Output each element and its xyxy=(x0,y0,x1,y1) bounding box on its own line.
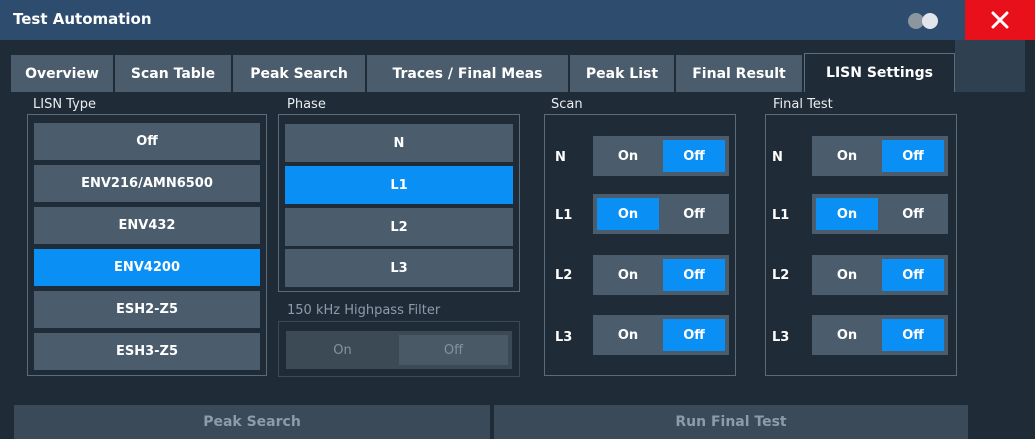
peak-search-button[interactable]: Peak Search xyxy=(14,405,490,439)
scan-n-off[interactable]: Off xyxy=(663,140,725,172)
tab-peak-list[interactable]: Peak List xyxy=(570,55,675,92)
scan-l1-on[interactable]: On xyxy=(597,198,659,230)
tab-peak-search[interactable]: Peak Search xyxy=(233,55,366,92)
phase-option-n[interactable]: N xyxy=(285,124,513,162)
phase-option-l1[interactable]: L1 xyxy=(285,166,513,204)
highpass-on-option: On xyxy=(333,342,352,358)
lisn-type-option-esh3-z5[interactable]: ESH3-Z5 xyxy=(34,333,260,370)
tab-overview[interactable]: Overview xyxy=(11,55,114,92)
run-final-test-button[interactable]: Run Final Test xyxy=(494,405,968,439)
tab-final-result[interactable]: Final Result xyxy=(676,55,803,92)
final-switch-l3[interactable]: On Off xyxy=(812,315,948,355)
final-switch-l2[interactable]: On Off xyxy=(812,255,948,295)
final-l3-off[interactable]: Off xyxy=(882,319,944,351)
final-l1-off[interactable]: Off xyxy=(882,198,944,230)
scan-l3-on[interactable]: On xyxy=(597,319,659,351)
close-button[interactable] xyxy=(965,0,1035,40)
tab-bar-filler xyxy=(955,40,1025,92)
final-row-label-l2: L2 xyxy=(772,268,790,283)
scan-l2-on[interactable]: On xyxy=(597,259,659,291)
final-l3-on[interactable]: On xyxy=(816,319,878,351)
lisn-type-label: LISN Type xyxy=(33,97,97,112)
scan-row-label-l1: L1 xyxy=(555,208,573,223)
scan-l1-off[interactable]: Off xyxy=(663,198,725,230)
scan-row-label-n: N xyxy=(555,150,566,165)
window-title: Test Automation xyxy=(13,10,152,28)
scan-switch-l2[interactable]: On Off xyxy=(593,255,729,295)
scan-l2-off[interactable]: Off xyxy=(663,259,725,291)
title-bar: Test Automation xyxy=(0,0,1035,40)
scan-row-label-l2: L2 xyxy=(555,268,573,283)
final-row-label-n: N xyxy=(772,150,783,165)
scan-switch-l1[interactable]: On Off xyxy=(593,194,729,234)
phase-option-l3[interactable]: L3 xyxy=(285,249,513,287)
final-row-label-l1: L1 xyxy=(772,208,790,223)
close-icon xyxy=(991,11,1009,29)
highpass-filter-label: 150 kHz Highpass Filter xyxy=(287,303,441,318)
lisn-type-option-esh2-z5[interactable]: ESH2-Z5 xyxy=(34,291,260,328)
final-l2-on[interactable]: On xyxy=(816,259,878,291)
phase-option-l2[interactable]: L2 xyxy=(285,208,513,246)
toggle-icon[interactable] xyxy=(908,13,942,29)
lisn-type-option-env216[interactable]: ENV216/AMN6500 xyxy=(34,165,260,202)
tab-bar: Overview Scan Table Peak Search Traces /… xyxy=(0,40,1035,92)
scan-label: Scan xyxy=(551,97,583,112)
final-n-on[interactable]: On xyxy=(816,140,878,172)
tab-lisn-settings[interactable]: LISN Settings xyxy=(804,53,955,92)
scan-switch-l3[interactable]: On Off xyxy=(593,315,729,355)
final-switch-l1[interactable]: On Off xyxy=(812,194,948,234)
scan-switch-n[interactable]: On Off xyxy=(593,136,729,176)
tab-traces-final-meas[interactable]: Traces / Final Meas xyxy=(367,55,569,92)
scan-l3-off[interactable]: Off xyxy=(663,319,725,351)
lisn-type-option-env4200[interactable]: ENV4200 xyxy=(34,249,260,286)
final-n-off[interactable]: Off xyxy=(882,140,944,172)
phase-label: Phase xyxy=(287,97,326,112)
highpass-off-option: Off xyxy=(399,335,508,365)
highpass-filter-switch: On Off xyxy=(286,331,512,369)
lisn-type-option-env432[interactable]: ENV432 xyxy=(34,207,260,244)
final-switch-n[interactable]: On Off xyxy=(812,136,948,176)
lisn-type-option-off[interactable]: Off xyxy=(34,123,260,160)
scan-row-label-l3: L3 xyxy=(555,330,573,345)
final-l1-on[interactable]: On xyxy=(816,198,878,230)
tab-scan-table[interactable]: Scan Table xyxy=(115,55,232,92)
final-l2-off[interactable]: Off xyxy=(882,259,944,291)
final-row-label-l3: L3 xyxy=(772,330,790,345)
scan-n-on[interactable]: On xyxy=(597,140,659,172)
final-test-label: Final Test xyxy=(773,97,833,112)
